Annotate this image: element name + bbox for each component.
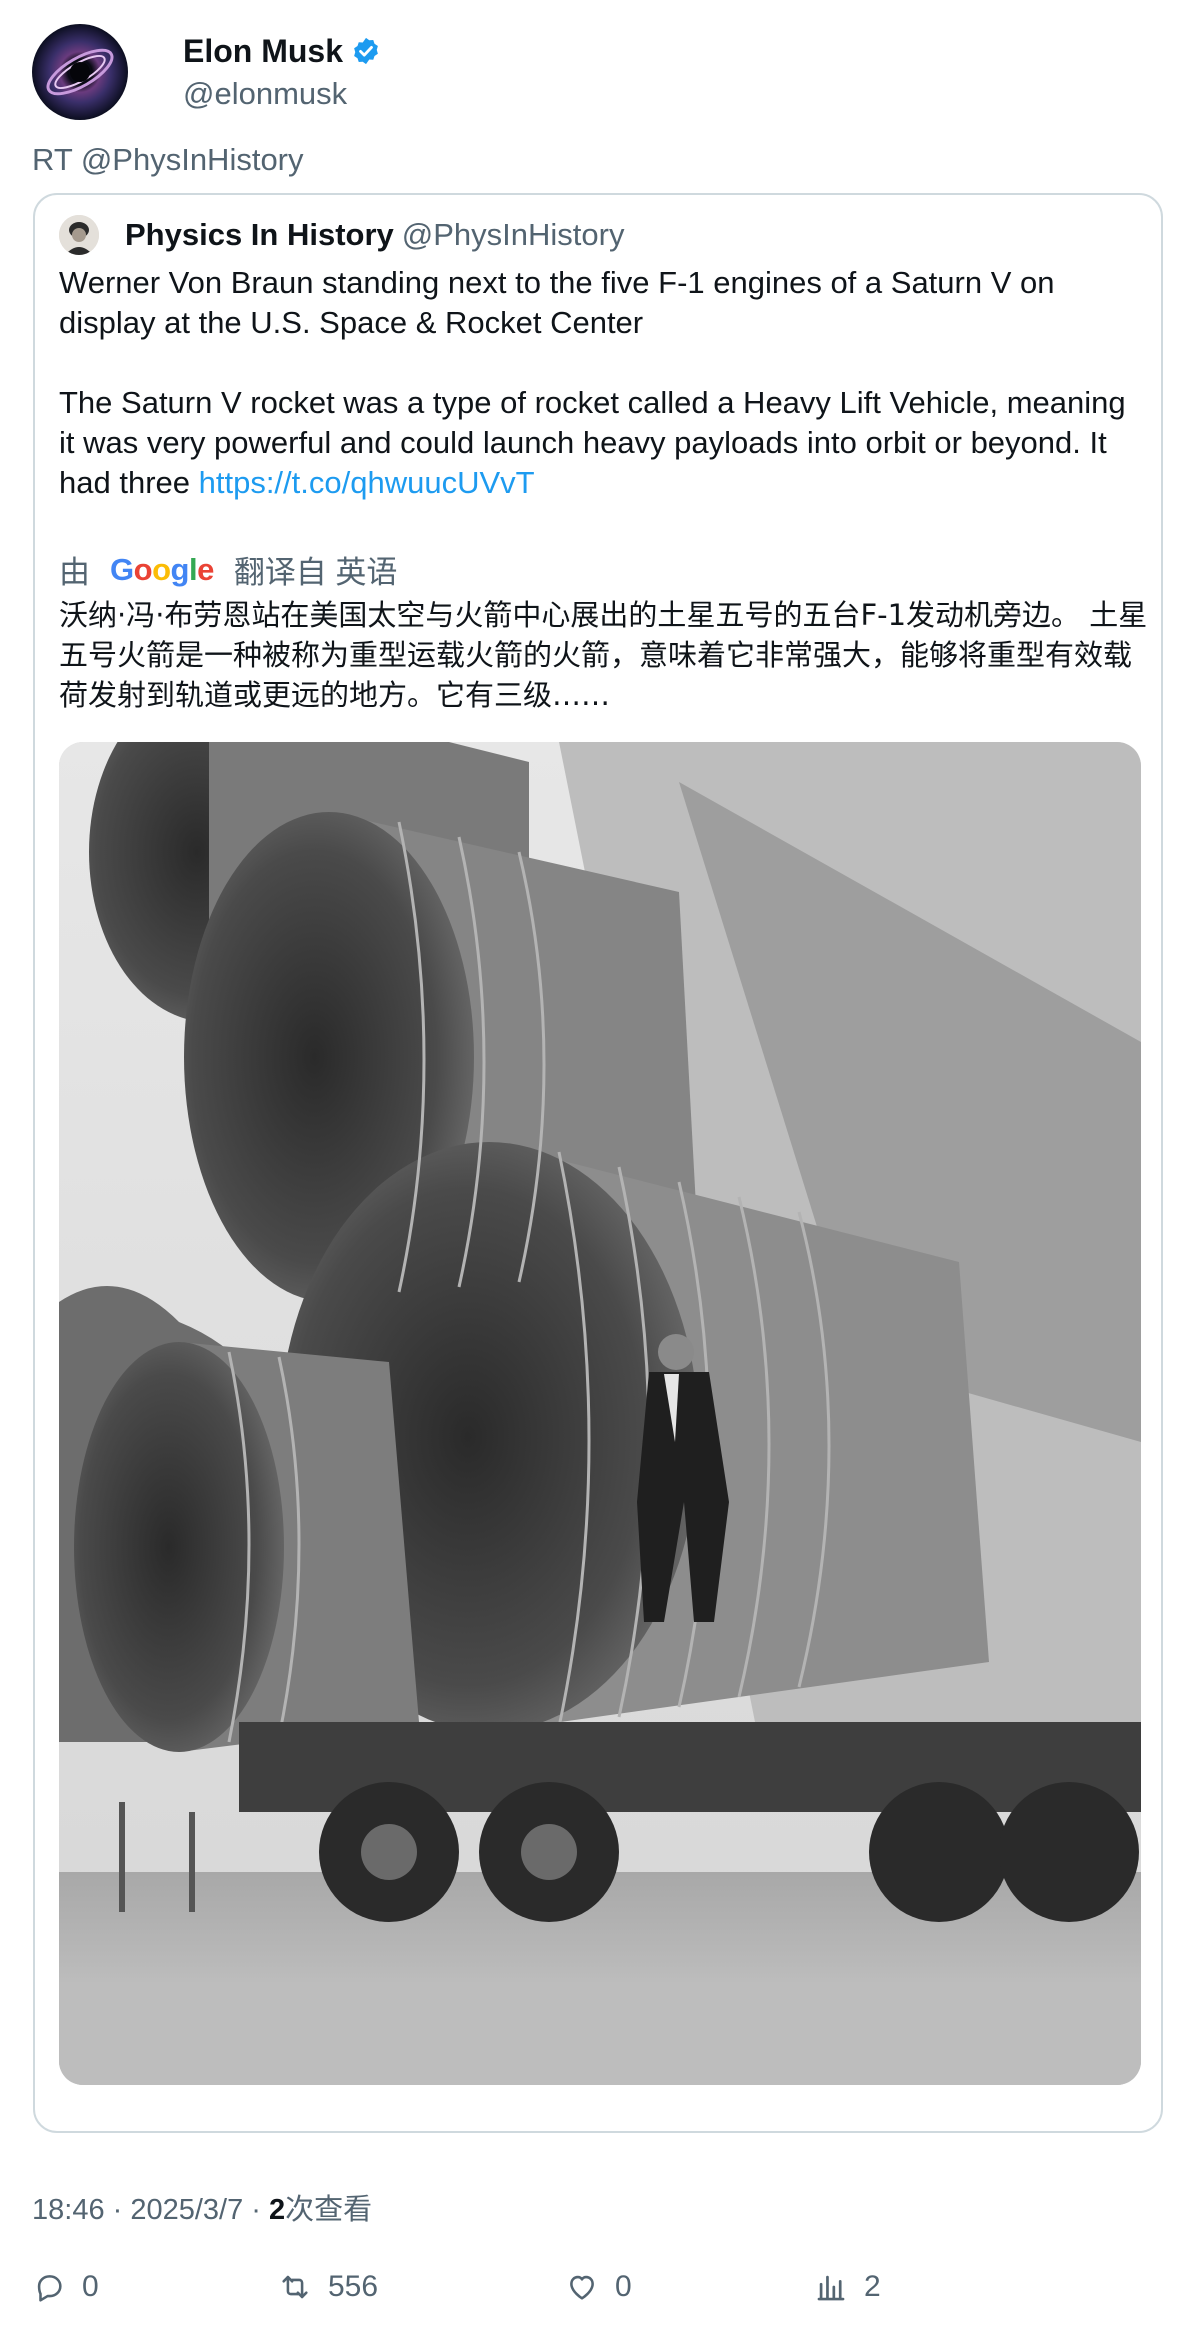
author-name[interactable]: Elon Musk [183, 33, 343, 70]
quoted-author-name[interactable]: Physics In History [125, 217, 394, 253]
retweet-icon [282, 2275, 308, 2299]
tweet-header: Elon Musk @elonmusk [32, 24, 381, 120]
author-avatar[interactable] [32, 24, 128, 120]
reply-button[interactable]: 0 [32, 2270, 99, 2304]
quoted-tweet-text: Werner Von Braun standing next to the fi… [59, 263, 1139, 503]
quoted-text-paragraph-2: The Saturn V rocket was a type of rocket… [59, 383, 1139, 503]
action-bar: 0 556 0 2 [32, 2270, 1172, 2316]
views-action-count: 2 [864, 2270, 881, 2303]
analytics-icon [817, 2275, 845, 2301]
google-logo-icon: Google [110, 551, 214, 587]
heart-icon [570, 2275, 594, 2300]
like-button[interactable]: 0 [565, 2270, 632, 2304]
translation-attribution: 由 Google 翻译自 英语 [59, 547, 397, 592]
tweet-link[interactable]: https://t.co/qhwuucUVvT [199, 465, 535, 500]
view-count: 2 [269, 2194, 286, 2226]
translated-text: 沃纳·冯·布劳恩站在美国太空与火箭中心展出的土星五号的五台F-1发动机旁边。 土… [59, 598, 1148, 712]
quoted-author-avatar[interactable] [59, 215, 99, 255]
retweet-label: RT @PhysInHistory [32, 142, 304, 177]
quoted-tweet-card[interactable]: Physics In History @PhysInHistory Werner… [33, 193, 1163, 2133]
tweet-photo[interactable] [59, 742, 1141, 2085]
like-count: 0 [615, 2270, 632, 2303]
reply-icon [37, 2275, 62, 2302]
translation-by-label: 由 [59, 555, 90, 590]
translation-from-label[interactable]: 翻译自 英语 [234, 547, 398, 592]
author-block: Elon Musk @elonmusk [183, 33, 381, 112]
tweet-timestamp[interactable]: 18:46 · 2025/3/7 · [32, 2194, 269, 2226]
tweet-meta: 18:46 · 2025/3/7 · 2次查看 [32, 2186, 372, 2228]
quoted-author-handle[interactable]: @PhysInHistory [402, 217, 625, 253]
reply-count: 0 [82, 2270, 99, 2303]
author-handle[interactable]: @elonmusk [183, 76, 381, 112]
retweet-button[interactable]: 556 [278, 2270, 378, 2304]
views-button[interactable]: 2 [814, 2270, 881, 2304]
retweet-count: 556 [328, 2270, 379, 2303]
view-count-label: 次查看 [285, 2194, 373, 2226]
quoted-tweet-header: Physics In History @PhysInHistory [59, 215, 624, 255]
quoted-text-paragraph-1: Werner Von Braun standing next to the fi… [59, 265, 1055, 340]
verified-badge-icon [354, 37, 378, 65]
